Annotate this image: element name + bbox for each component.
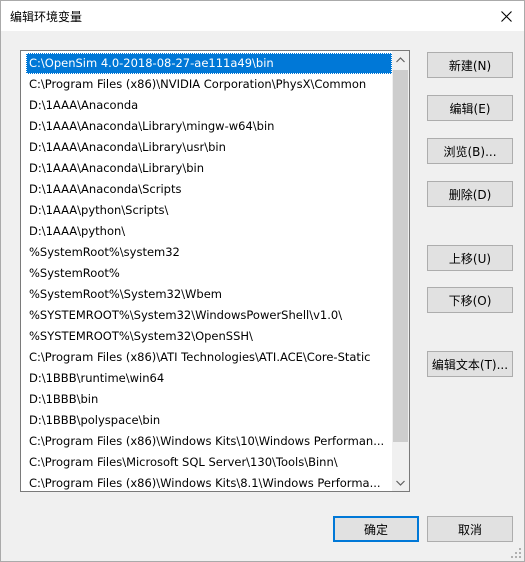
path-list-box[interactable]: C:\OpenSim 4.0-2018-08-27-ae111a49\bin C:…	[20, 50, 410, 492]
path-list-item[interactable]: D:\1AAA\python\	[26, 221, 392, 242]
path-list-item[interactable]: %SystemRoot%\System32\Wbem	[26, 284, 392, 305]
delete-button[interactable]: 删除(D)	[427, 181, 513, 207]
path-list-item[interactable]: D:\1BBB\bin	[26, 389, 392, 410]
close-icon	[500, 10, 512, 22]
path-list-item[interactable]: C:\Program Files\Microsoft SQL Server\13…	[26, 452, 392, 473]
scroll-down-button[interactable]	[392, 474, 409, 491]
edit-text-button[interactable]: 编辑文本(T)...	[427, 351, 513, 377]
edit-button[interactable]: 编辑(E)	[427, 95, 513, 121]
cancel-button[interactable]: 取消	[427, 516, 513, 542]
path-list-item[interactable]: D:\1AAA\Anaconda\Library\bin	[26, 158, 392, 179]
path-list-item[interactable]: D:\1AAA\python\Scripts\	[26, 200, 392, 221]
path-list-item[interactable]: C:\Program Files (x86)\ATI Technologies\…	[26, 347, 392, 368]
path-list-item[interactable]: C:\Program Files (x86)\NVIDIA Corporatio…	[26, 74, 392, 95]
resize-grip-icon[interactable]	[510, 547, 522, 559]
chevron-down-icon	[396, 480, 405, 486]
vertical-scrollbar[interactable]	[392, 51, 409, 491]
ok-button[interactable]: 确定	[333, 516, 419, 542]
path-list-item[interactable]: %SystemRoot%\system32	[26, 242, 392, 263]
path-list: C:\OpenSim 4.0-2018-08-27-ae111a49\bin C:…	[26, 53, 392, 491]
path-list-item[interactable]: C:\Program Files (x86)\Windows Kits\8.1\…	[26, 473, 392, 491]
path-list-item[interactable]: D:\1AAA\Anaconda	[26, 95, 392, 116]
dialog-title: 编辑环境变量	[10, 10, 83, 24]
close-button[interactable]	[488, 1, 524, 31]
path-list-item[interactable]: D:\1AAA\Anaconda\Scripts	[26, 179, 392, 200]
path-list-item[interactable]: D:\1AAA\Anaconda\Library\mingw-w64\bin	[26, 116, 392, 137]
title-bar: 编辑环境变量	[1, 1, 524, 31]
move-down-button[interactable]: 下移(O)	[427, 287, 513, 313]
scroll-thumb[interactable]	[393, 70, 408, 442]
path-list-item[interactable]: D:\1AAA\Anaconda\Library\usr\bin	[26, 137, 392, 158]
path-list-item[interactable]: %SYSTEMROOT%\System32\OpenSSH\	[26, 326, 392, 347]
scroll-up-button[interactable]	[392, 51, 409, 68]
path-list-item[interactable]: C:\OpenSim 4.0-2018-08-27-ae111a49\bin	[26, 53, 392, 74]
path-list-item[interactable]: %SystemRoot%	[26, 263, 392, 284]
browse-button[interactable]: 浏览(B)...	[427, 138, 513, 164]
chevron-up-icon	[396, 56, 405, 62]
path-list-item[interactable]: D:\1BBB\polyspace\bin	[26, 410, 392, 431]
edit-environment-variable-dialog: 编辑环境变量 C:\OpenSim 4.0-2018-08-27-ae111a4…	[0, 0, 525, 562]
path-list-item[interactable]: %SYSTEMROOT%\System32\WindowsPowerShell\…	[26, 305, 392, 326]
new-button[interactable]: 新建(N)	[427, 52, 513, 78]
path-list-item[interactable]: D:\1BBB\runtime\win64	[26, 368, 392, 389]
path-list-item[interactable]: C:\Program Files (x86)\Windows Kits\10\W…	[26, 431, 392, 452]
move-up-button[interactable]: 上移(U)	[427, 245, 513, 271]
